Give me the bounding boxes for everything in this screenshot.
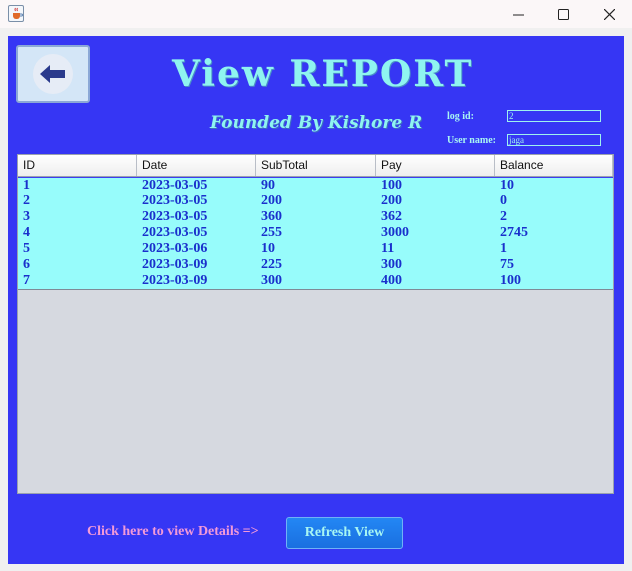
refresh-view-button[interactable]: Refresh View	[286, 517, 403, 549]
page-title: View REPORT	[172, 53, 474, 95]
table-row[interactable]: 4 2023-03-05 255 3000 2745	[18, 225, 613, 241]
cell-pay: 400	[381, 273, 402, 288]
cell-balance: 75	[500, 257, 514, 272]
column-header-id[interactable]: ID	[18, 155, 137, 176]
cell-balance: 2745	[500, 225, 528, 240]
java-cup-icon	[8, 5, 24, 22]
cell-balance: 2	[500, 209, 507, 224]
cell-pay: 300	[381, 257, 402, 272]
table-body: 1 2023-03-05 90 100 10 2 2023-03-05 200 …	[18, 177, 613, 290]
cell-balance: 10	[500, 178, 514, 193]
cell-id: 7	[23, 273, 30, 288]
maximize-button[interactable]	[540, 0, 586, 28]
table-row[interactable]: 1 2023-03-05 90 100 10	[18, 177, 613, 193]
cell-balance: 0	[500, 193, 507, 208]
cell-id: 5	[23, 241, 30, 256]
window-titlebar	[0, 0, 632, 28]
cell-subtotal: 300	[261, 273, 282, 288]
cell-id: 4	[23, 225, 30, 240]
cell-subtotal: 255	[261, 225, 282, 240]
cell-pay: 3000	[381, 225, 409, 240]
cell-date: 2023-03-09	[142, 273, 208, 288]
close-button[interactable]	[586, 0, 632, 28]
cell-balance: 100	[500, 273, 521, 288]
cell-subtotal: 360	[261, 209, 282, 224]
close-icon	[603, 8, 615, 20]
cell-date: 2023-03-05	[142, 193, 208, 208]
cell-pay: 100	[381, 178, 402, 193]
report-table[interactable]: ID Date SubTotal Pay Balance 1 2023-03-0…	[17, 154, 614, 494]
arrow-left-icon	[33, 54, 73, 94]
cell-pay: 362	[381, 209, 402, 224]
founder-label: Founded By Kishore R	[210, 113, 423, 133]
table-row[interactable]: 2 2023-03-05 200 200 0	[18, 193, 613, 209]
column-header-pay[interactable]: Pay	[376, 155, 495, 176]
view-details-hint: Click here to view Details =>	[87, 524, 259, 539]
minimize-icon	[512, 14, 524, 15]
user-name-label: User name:	[447, 135, 496, 146]
cell-balance: 1	[500, 241, 507, 256]
cell-date: 2023-03-06	[142, 241, 208, 256]
cell-id: 1	[23, 178, 30, 193]
cell-date: 2023-03-05	[142, 225, 208, 240]
log-id-field[interactable]: 2	[507, 110, 601, 122]
cell-date: 2023-03-09	[142, 257, 208, 272]
maximize-icon	[557, 8, 569, 20]
cell-id: 6	[23, 257, 30, 272]
log-id-label: log id:	[447, 111, 474, 122]
cell-subtotal: 200	[261, 193, 282, 208]
column-header-subtotal[interactable]: SubTotal	[256, 155, 376, 176]
column-header-balance[interactable]: Balance	[495, 155, 613, 176]
back-button[interactable]	[16, 45, 90, 103]
table-header: ID Date SubTotal Pay Balance	[18, 155, 613, 177]
table-row[interactable]: 5 2023-03-06 10 11 1	[18, 241, 613, 257]
cell-date: 2023-03-05	[142, 178, 208, 193]
cell-pay: 200	[381, 193, 402, 208]
column-header-date[interactable]: Date	[137, 155, 256, 176]
table-row[interactable]: 7 2023-03-09 300 400 100	[18, 273, 613, 289]
cell-date: 2023-03-05	[142, 209, 208, 224]
cell-subtotal: 225	[261, 257, 282, 272]
table-row[interactable]: 3 2023-03-05 360 362 2	[18, 209, 613, 225]
cell-pay: 11	[381, 241, 395, 256]
user-name-field[interactable]: jaga	[507, 134, 601, 146]
cell-id: 2	[23, 193, 30, 208]
cell-subtotal: 90	[261, 178, 275, 193]
cell-id: 3	[23, 209, 30, 224]
table-row[interactable]: 6 2023-03-09 225 300 75	[18, 257, 613, 273]
cell-subtotal: 10	[261, 241, 275, 256]
minimize-button[interactable]	[495, 0, 541, 28]
